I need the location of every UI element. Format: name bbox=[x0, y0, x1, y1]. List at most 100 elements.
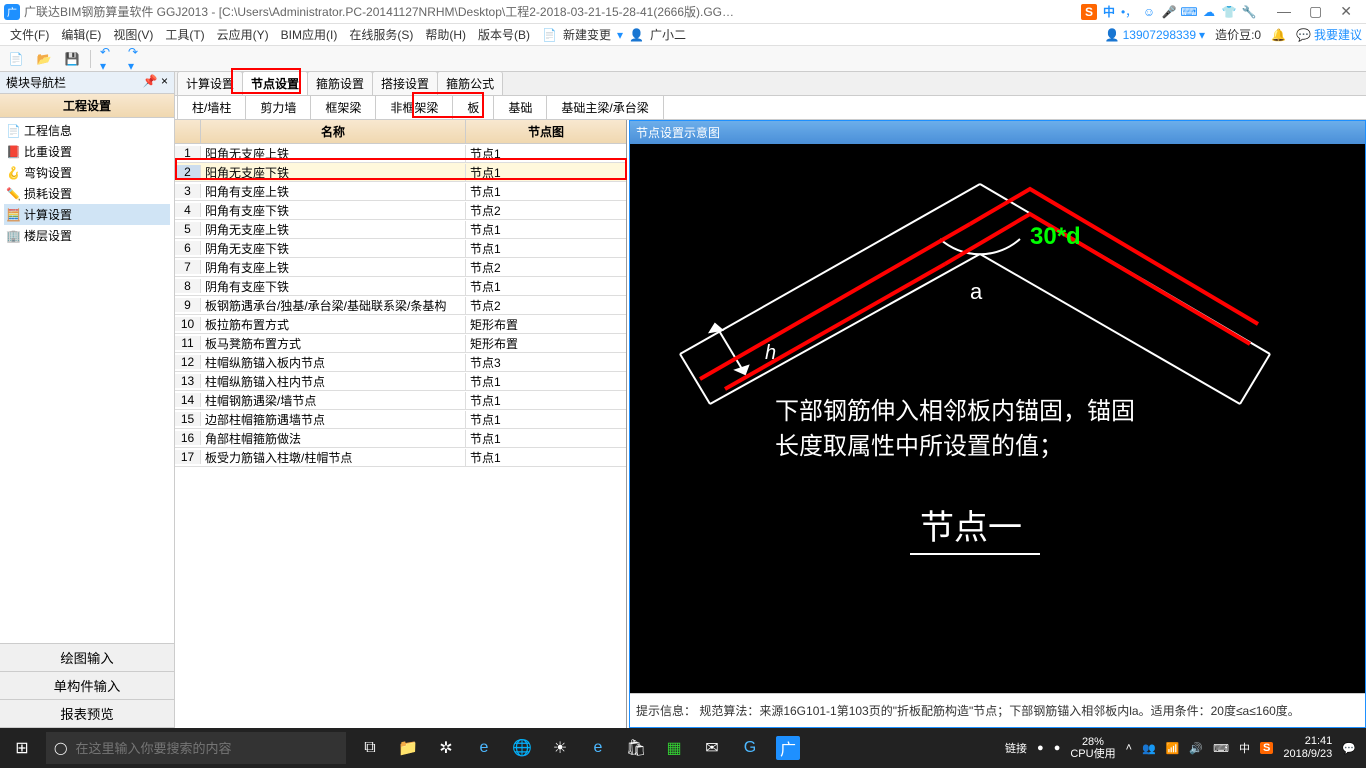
table-row[interactable]: 11板马凳筋布置方式矩形布置 bbox=[175, 334, 626, 353]
component-tab[interactable]: 基础 bbox=[493, 95, 547, 120]
taskbar-search[interactable]: ◯ bbox=[46, 732, 346, 764]
table-row[interactable]: 16角部柱帽箍筋做法节点1 bbox=[175, 429, 626, 448]
feedback-button[interactable]: 💬我要建议 bbox=[1296, 26, 1362, 43]
table-row[interactable]: 13柱帽纵筋锚入柱内节点节点1 bbox=[175, 372, 626, 391]
table-row[interactable]: 14柱帽钢筋遇梁/墙节点节点1 bbox=[175, 391, 626, 410]
agent-name[interactable]: 广小二 bbox=[644, 24, 692, 45]
bell-icon[interactable]: 🔔 bbox=[1271, 28, 1286, 42]
tray-icon1[interactable]: ● bbox=[1037, 742, 1044, 754]
app-glodon-icon[interactable]: 广 bbox=[776, 736, 800, 760]
sidebar-item[interactable]: 📄工程信息 bbox=[4, 120, 170, 141]
settings-tab[interactable]: 计算设置 bbox=[177, 71, 243, 95]
row-node[interactable]: 节点2 bbox=[466, 259, 626, 276]
settings-tab[interactable]: 节点设置 bbox=[242, 71, 308, 95]
app-file-icon[interactable]: 📁 bbox=[396, 738, 420, 758]
menu-item[interactable]: 云应用(Y) bbox=[211, 26, 275, 44]
table-row[interactable]: 15边部柱帽箍筋遇墙节点节点1 bbox=[175, 410, 626, 429]
menu-item[interactable]: 帮助(H) bbox=[419, 26, 472, 44]
tray-keyboard-icon[interactable]: ⌨ bbox=[1213, 742, 1229, 755]
tray-clock[interactable]: 21:41 2018/9/23 bbox=[1283, 735, 1332, 761]
table-row[interactable]: 2阳角无支座下铁节点1 bbox=[175, 163, 626, 182]
tray-sogou-icon[interactable]: S bbox=[1260, 742, 1273, 754]
search-input[interactable] bbox=[75, 741, 338, 756]
app-edge-icon[interactable]: e bbox=[586, 739, 610, 757]
sidebar-item[interactable]: ✏️损耗设置 bbox=[4, 183, 170, 204]
app-sun-icon[interactable]: ☀ bbox=[548, 738, 572, 758]
menu-item[interactable]: 在线服务(S) bbox=[343, 26, 419, 44]
save-icon[interactable]: 💾 bbox=[62, 49, 82, 69]
menu-item[interactable]: 视图(V) bbox=[107, 26, 159, 44]
row-node[interactable]: 节点1 bbox=[466, 240, 626, 257]
sidebar-close-icon[interactable]: × bbox=[161, 74, 168, 88]
settings-tab[interactable]: 箍筋公式 bbox=[437, 71, 503, 95]
redo-icon[interactable]: ↷ ▾ bbox=[127, 49, 147, 69]
settings-tab[interactable]: 搭接设置 bbox=[372, 71, 438, 95]
row-node[interactable]: 节点1 bbox=[466, 183, 626, 200]
app-ie-icon[interactable]: e bbox=[472, 739, 496, 757]
sidebar-mode-button[interactable]: 报表预览 bbox=[0, 699, 174, 728]
component-tab[interactable]: 框架梁 bbox=[310, 95, 376, 120]
row-node[interactable]: 节点1 bbox=[466, 164, 626, 181]
sidebar-item[interactable]: 🪝弯钩设置 bbox=[4, 162, 170, 183]
table-row[interactable]: 6阴角无支座下铁节点1 bbox=[175, 239, 626, 258]
app-mail-icon[interactable]: ✉ bbox=[700, 738, 724, 758]
component-tab[interactable]: 柱/墙柱 bbox=[177, 95, 246, 120]
row-node[interactable]: 节点1 bbox=[466, 278, 626, 295]
table-row[interactable]: 10板拉筋布置方式矩形布置 bbox=[175, 315, 626, 334]
row-node[interactable]: 节点1 bbox=[466, 430, 626, 447]
tray-link[interactable]: 链接 bbox=[1005, 740, 1027, 756]
app-store-icon[interactable]: 🛍 bbox=[624, 738, 648, 758]
close-button[interactable]: ✕ bbox=[1340, 3, 1352, 20]
row-node[interactable]: 矩形布置 bbox=[466, 316, 626, 333]
app-fan-icon[interactable]: ✲ bbox=[434, 738, 458, 758]
menu-item[interactable]: 版本号(B) bbox=[472, 26, 536, 44]
table-row[interactable]: 3阳角有支座上铁节点1 bbox=[175, 182, 626, 201]
tray-notification-icon[interactable]: 💬 bbox=[1342, 742, 1356, 755]
menu-item[interactable]: 工具(T) bbox=[159, 26, 210, 44]
tray-icon2[interactable]: ● bbox=[1054, 742, 1061, 754]
row-node[interactable]: 节点1 bbox=[466, 449, 626, 466]
menu-item[interactable]: BIM应用(I) bbox=[275, 26, 344, 44]
row-node[interactable]: 节点1 bbox=[466, 221, 626, 238]
maximize-button[interactable]: ▢ bbox=[1309, 3, 1322, 20]
tray-network-icon[interactable]: 📶 bbox=[1166, 742, 1180, 755]
pin-icon[interactable]: 📌 bbox=[143, 74, 158, 88]
sidebar-mode-button[interactable]: 单构件输入 bbox=[0, 671, 174, 700]
sidebar-item[interactable]: 🏢楼层设置 bbox=[4, 225, 170, 246]
row-node[interactable]: 节点3 bbox=[466, 354, 626, 371]
taskview-icon[interactable]: ⧉ bbox=[358, 739, 382, 757]
table-row[interactable]: 9板钢筋遇承台/独基/承台梁/基础联系梁/条基构节点2 bbox=[175, 296, 626, 315]
component-tab[interactable]: 基础主梁/承台梁 bbox=[546, 95, 663, 120]
tray-chevron-icon[interactable]: ˄ bbox=[1126, 742, 1132, 754]
user-phone[interactable]: 👤13907298339 ▾ bbox=[1105, 28, 1205, 42]
table-row[interactable]: 8阴角有支座下铁节点1 bbox=[175, 277, 626, 296]
start-button[interactable]: ⊞ bbox=[0, 728, 44, 768]
table-row[interactable]: 4阳角有支座下铁节点2 bbox=[175, 201, 626, 220]
row-node[interactable]: 节点1 bbox=[466, 411, 626, 428]
menu-item[interactable]: 编辑(E) bbox=[55, 26, 107, 44]
sidebar-mode-button[interactable]: 绘图输入 bbox=[0, 643, 174, 672]
component-tab[interactable]: 剪力墙 bbox=[245, 95, 311, 120]
row-node[interactable]: 节点1 bbox=[466, 392, 626, 409]
row-node[interactable]: 节点1 bbox=[466, 373, 626, 390]
open-file-icon[interactable]: 📂 bbox=[34, 49, 54, 69]
table-row[interactable]: 12柱帽纵筋锚入板内节点节点3 bbox=[175, 353, 626, 372]
new-file-icon[interactable]: 📄 bbox=[6, 49, 26, 69]
row-node[interactable]: 节点2 bbox=[466, 202, 626, 219]
row-node[interactable]: 节点1 bbox=[466, 145, 626, 162]
tray-people-icon[interactable]: 👥 bbox=[1142, 742, 1156, 755]
app-g-icon[interactable]: G bbox=[738, 739, 762, 757]
new-change-icon[interactable]: 📄 bbox=[542, 28, 557, 42]
table-row[interactable]: 5阴角无支座上铁节点1 bbox=[175, 220, 626, 239]
sidebar-item[interactable]: 🧮计算设置 bbox=[4, 204, 170, 225]
table-row[interactable]: 7阴角有支座上铁节点2 bbox=[175, 258, 626, 277]
component-tab[interactable]: 非框架梁 bbox=[375, 95, 453, 120]
row-node[interactable]: 节点2 bbox=[466, 297, 626, 314]
row-node[interactable]: 矩形布置 bbox=[466, 335, 626, 352]
sidebar-item[interactable]: 📕比重设置 bbox=[4, 141, 170, 162]
app-green-icon[interactable]: ▦ bbox=[662, 738, 686, 758]
menu-item[interactable]: 文件(F) bbox=[4, 26, 55, 44]
agent-icon[interactable]: 👤 bbox=[629, 28, 644, 42]
settings-tab[interactable]: 箍筋设置 bbox=[307, 71, 373, 95]
component-tab[interactable]: 板 bbox=[452, 95, 494, 120]
